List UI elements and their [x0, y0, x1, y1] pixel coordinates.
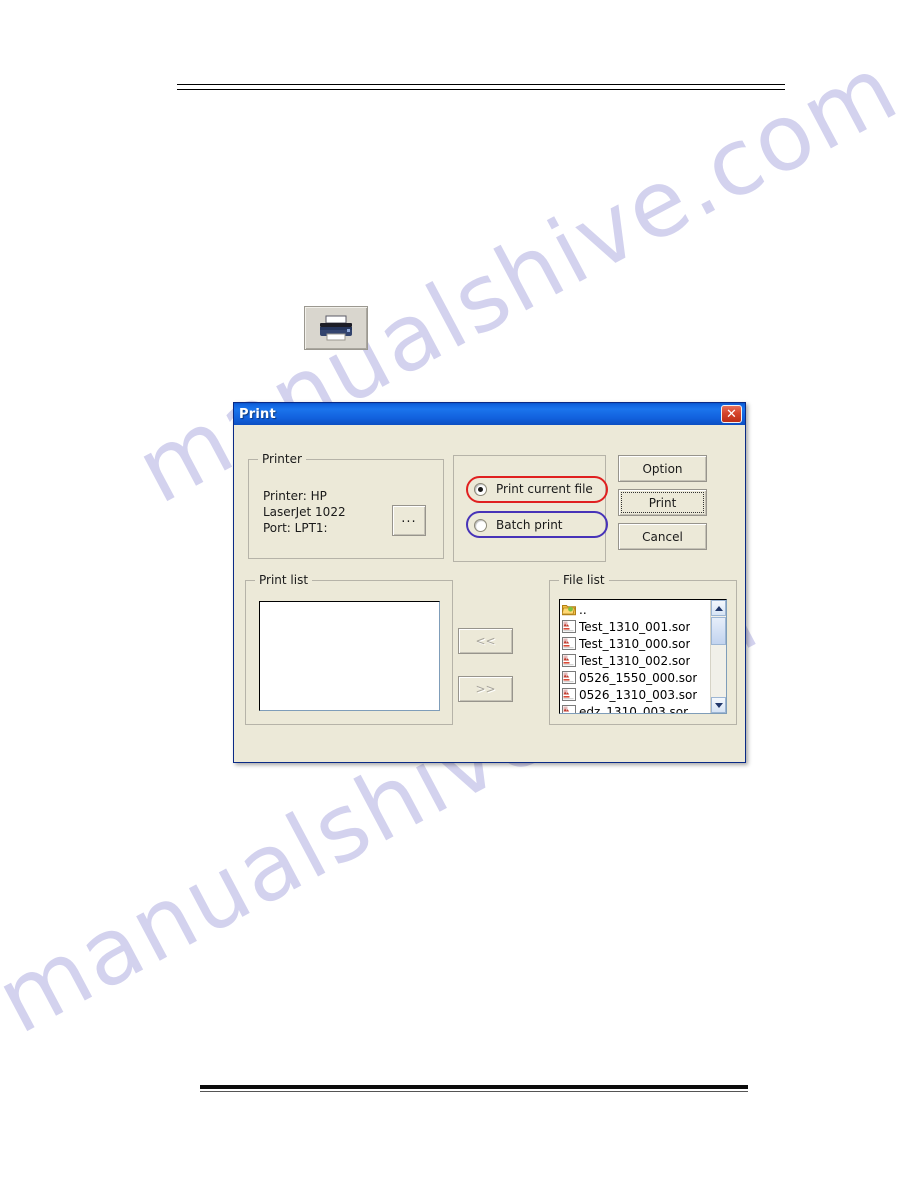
- dialog-titlebar[interactable]: Print ✕: [234, 403, 745, 425]
- close-button[interactable]: ✕: [721, 405, 742, 423]
- file-list-items: .. Test_1310_001.sor Test_1310_000.sor Test…: [560, 600, 710, 713]
- file-list-item-label: 0526_1550_000.sor: [579, 670, 698, 685]
- chevron-up-icon: [714, 605, 723, 611]
- folder-up-icon: [561, 603, 576, 616]
- file-list-item-label: Test_1310_002.sor: [579, 653, 691, 668]
- file-list-item[interactable]: 0526_1550_000.sor: [560, 669, 710, 686]
- page-footer-rule-thin: [200, 1091, 748, 1092]
- radio-print-current-file-label: Print current file: [496, 482, 593, 496]
- printer-group-title: Printer: [258, 452, 306, 466]
- printer-icon: [320, 315, 352, 341]
- printer-group: Printer Printer: HP LaserJet 1022 Port: …: [248, 452, 444, 559]
- page-footer-rule-thick: [200, 1085, 748, 1089]
- file-list-item[interactable]: Test_1310_001.sor: [560, 618, 710, 635]
- printer-info-text: Printer: HP LaserJet 1022 Port: LPT1:: [263, 489, 346, 535]
- file-list-item-label: Test_1310_001.sor: [579, 619, 691, 634]
- radio-print-current-file[interactable]: Print current file: [474, 482, 593, 496]
- radio-batch-print-label: Batch print: [496, 518, 563, 532]
- dialog-body: Printer Printer: HP LaserJet 1022 Port: …: [234, 425, 745, 762]
- file-list-box[interactable]: .. Test_1310_001.sor Test_1310_000.sor Test…: [559, 599, 727, 714]
- print-mode-group: Print current file Batch print: [453, 455, 608, 562]
- file-list-item[interactable]: 0526_1310_003.sor: [560, 686, 710, 703]
- page-header-rule: [177, 84, 785, 90]
- file-list-item-label: ..: [579, 602, 587, 617]
- print-button[interactable]: Print: [618, 489, 707, 516]
- file-list-item[interactable]: ..: [560, 601, 710, 618]
- trace-file-icon: [562, 688, 576, 701]
- close-icon: ✕: [726, 406, 737, 422]
- cancel-button[interactable]: Cancel: [618, 523, 707, 550]
- file-list-item[interactable]: Test_1310_000.sor: [560, 635, 710, 652]
- remove-from-print-list-button[interactable]: <<: [458, 628, 513, 654]
- option-button[interactable]: Option: [618, 455, 707, 482]
- file-list-item-label: 0526_1310_003.sor: [579, 687, 698, 702]
- printer-browse-button[interactable]: ...: [392, 505, 426, 536]
- print-list-box[interactable]: [259, 601, 440, 711]
- add-to-print-list-button[interactable]: >>: [458, 676, 513, 702]
- radio-unselected-icon: [474, 518, 487, 532]
- file-list-title: File list: [559, 573, 609, 587]
- file-list-item[interactable]: Test_1310_002.sor: [560, 652, 710, 669]
- chevron-down-icon: [714, 702, 723, 708]
- file-list-item-label: Test_1310_000.sor: [579, 636, 691, 651]
- print-dialog: Print ✕ Printer Printer: HP LaserJet 102…: [233, 402, 746, 763]
- radio-selected-icon: [474, 482, 487, 496]
- file-list-item[interactable]: edz_1310_003.sor: [560, 703, 710, 713]
- print-toolbar-button[interactable]: [304, 306, 368, 350]
- scroll-up-button[interactable]: [711, 600, 726, 616]
- scroll-down-button[interactable]: [711, 697, 726, 713]
- print-list-title: Print list: [255, 573, 313, 587]
- trace-file-icon: [562, 671, 576, 684]
- dialog-title: Print: [239, 406, 276, 422]
- trace-file-icon: [562, 620, 576, 633]
- trace-file-icon: [562, 637, 576, 650]
- scrollbar-thumb[interactable]: [711, 617, 726, 645]
- radio-batch-print[interactable]: Batch print: [474, 518, 563, 532]
- file-list-item-label: edz_1310_003.sor: [579, 704, 689, 714]
- file-list-scrollbar[interactable]: [710, 600, 726, 713]
- print-button-label: Print: [648, 495, 677, 510]
- trace-file-icon: [562, 654, 576, 667]
- trace-file-icon: [562, 705, 576, 713]
